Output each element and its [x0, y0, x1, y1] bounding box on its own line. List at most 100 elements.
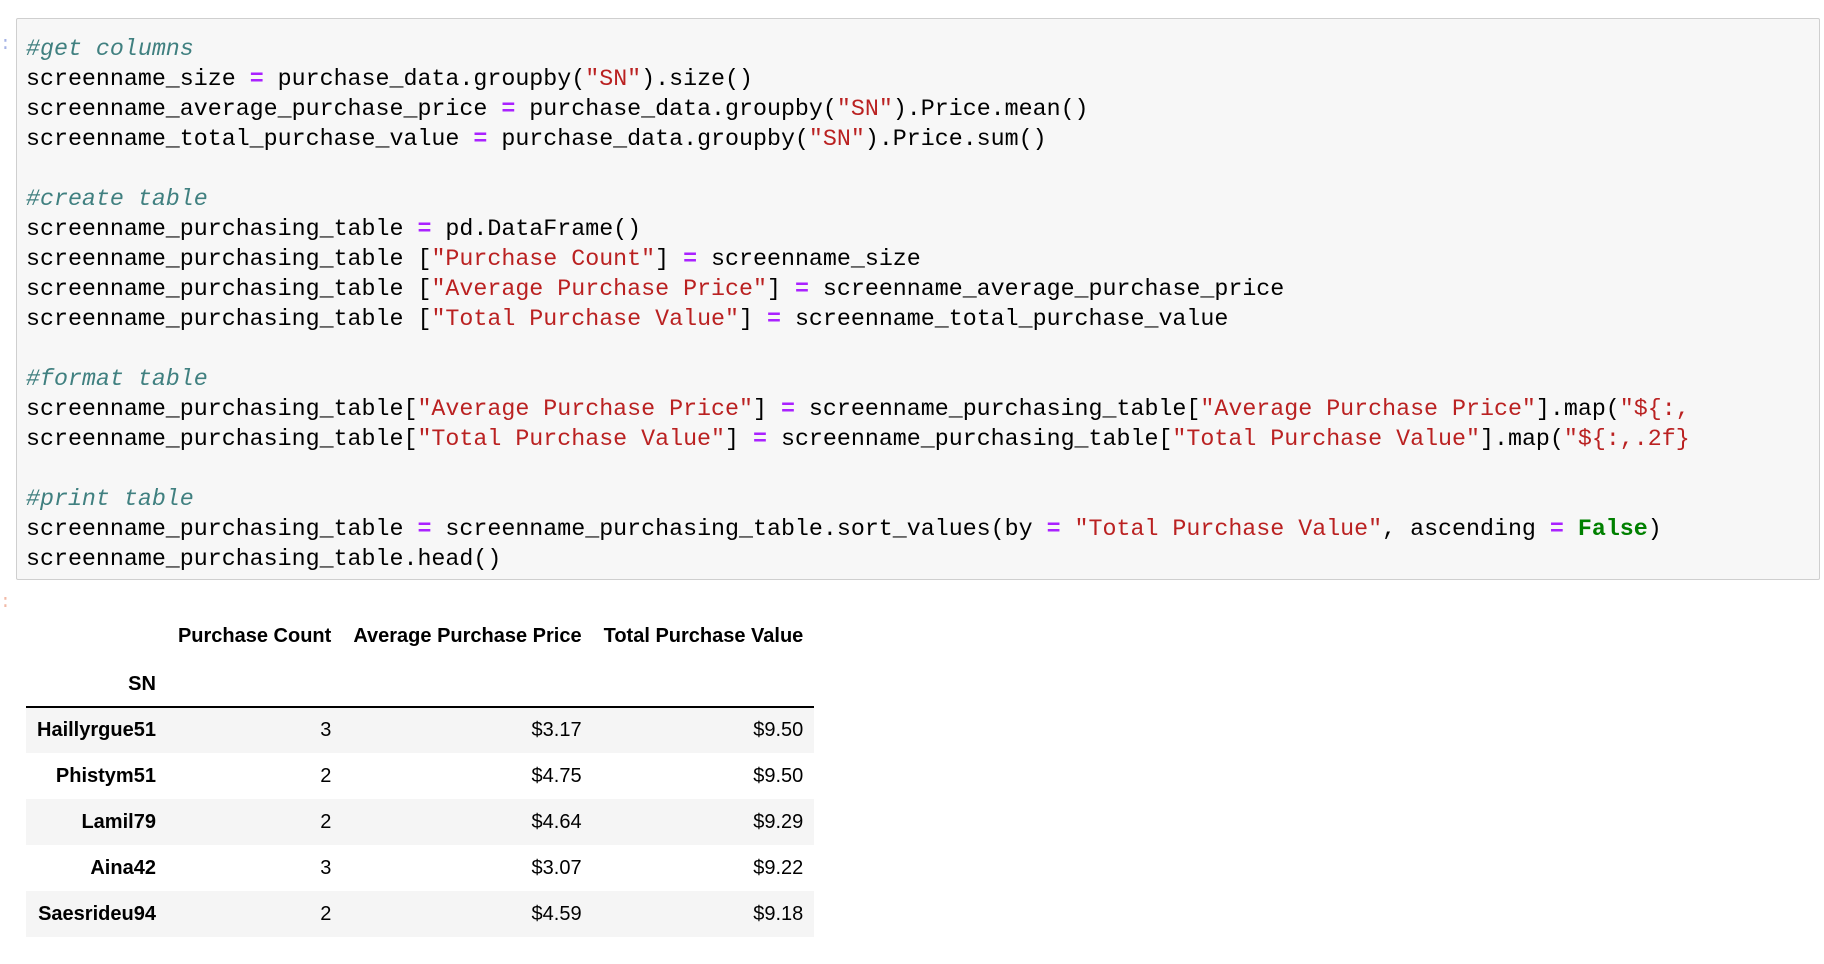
code-operator: =: [501, 96, 516, 122]
cell-average-purchase-price: $4.75: [531, 764, 582, 787]
code-line: screenname_purchasing_table = screenname…: [26, 514, 1690, 544]
cell-purchase-count: 3: [320, 719, 332, 741]
code-text: ).Price.mean(): [892, 96, 1089, 122]
code-line: screenname_purchasing_table ["Total Purc…: [26, 304, 1690, 334]
code-text: ]: [655, 246, 684, 272]
code-line: screenname_purchasing_table.head(): [26, 544, 1690, 574]
cell-total-purchase-value: $9.50: [753, 719, 804, 741]
cell-total-purchase-value: $9.18: [753, 902, 804, 925]
code-line: screenname_size = purchase_data.groupby(…: [26, 64, 1690, 94]
code-line: #format table: [26, 364, 1690, 394]
table-row: Aina42 3 $3.07 $9.22: [26, 845, 814, 891]
code-text: purchase_data.groupby(: [487, 126, 809, 152]
code-operator: =: [249, 66, 264, 92]
code-operator: =: [766, 306, 781, 332]
index-name-row: SN: [26, 662, 815, 708]
code-text: screenname_average_purchase_price: [808, 276, 1285, 302]
code-text: screenname_purchasing_table.sort_values(…: [431, 516, 1047, 542]
code-string: "Purchase Count": [431, 246, 656, 272]
code-line: screenname_total_purchase_value = purcha…: [26, 124, 1690, 154]
code-text: ).Price.sum(): [864, 126, 1047, 152]
cell-average-purchase-price: $4.59: [531, 902, 582, 925]
input-prompt: :: [0, 35, 11, 55]
cell-purchase-count: 2: [320, 764, 332, 787]
cell-purchase-count: 3: [320, 856, 332, 879]
code-text: ]: [766, 276, 795, 302]
code-string: "Average Purchase Price": [1200, 396, 1536, 422]
code-string: "${:,.2f}: [1563, 426, 1690, 452]
code-text: screenname_purchasing_table[: [794, 396, 1201, 422]
code-text: ).size(): [641, 66, 753, 92]
cell-total-purchase-value: $9.29: [753, 810, 804, 833]
code-string: "${:,: [1619, 396, 1690, 422]
cell-purchase-count: 2: [320, 902, 332, 925]
table-row: Haillyrgue51 3 $3.17 $9.50: [26, 707, 815, 753]
table-row: Lamil79 2 $4.64 $9.29: [26, 799, 815, 845]
code-text: ): [1647, 516, 1662, 542]
code-operator: =: [417, 216, 432, 242]
column-header-total-purchase-value: Total Purchase Value: [603, 624, 804, 647]
empty-header-cell: [592, 662, 815, 708]
code-string: "SN": [836, 96, 893, 122]
code-string: "SN": [585, 66, 642, 92]
code-string: "Total Purchase Value": [417, 426, 726, 452]
code-text: screenname_purchasing_table [: [26, 276, 432, 302]
cell-purchase-count: 2: [320, 810, 332, 833]
code-text: screenname_size: [26, 66, 250, 92]
cell-average-purchase-price: $3.07: [531, 856, 582, 879]
column-header-average-purchase-price: Average Purchase Price: [353, 624, 582, 647]
row-index: Aina42: [90, 856, 156, 879]
output-prompt: :: [0, 593, 11, 613]
code-string: "Total Purchase Value": [431, 306, 740, 332]
code-text: screenname_purchasing_table.head(): [26, 546, 502, 572]
code-text: screenname_purchasing_table: [26, 516, 418, 542]
code-line: screenname_purchasing_table ["Average Pu…: [26, 274, 1690, 304]
code-line: #print table: [26, 484, 1690, 514]
cell-total-purchase-value: $9.50: [753, 764, 804, 787]
code-text: screenname_total_purchase_value: [26, 126, 474, 152]
cell-average-purchase-price: $3.17: [531, 719, 582, 741]
code-text: ]: [752, 396, 781, 422]
column-header-purchase-count: Purchase Count: [177, 624, 332, 647]
cell-total-purchase-value: $9.22: [753, 856, 804, 879]
row-index: Saesrideu94: [38, 902, 156, 925]
code-text: screenname_average_purchase_price: [26, 96, 502, 122]
code-line: screenname_purchasing_table["Total Purch…: [26, 424, 1690, 454]
code-string: "Average Purchase Price": [431, 276, 767, 302]
dataframe-table: Purchase Count Average Purchase Price To…: [26, 610, 815, 937]
code-comment: #get columns: [26, 36, 194, 62]
table-row: Phistym51 2 $4.75 $9.50: [26, 753, 814, 799]
code-block[interactable]: #get columns screenname_size = purchase_d…: [26, 34, 1690, 574]
corner-cell: [26, 610, 167, 662]
code-operator: =: [753, 426, 767, 452]
code-text: screenname_purchasing_table[: [26, 396, 418, 422]
code-operator: =: [683, 246, 698, 272]
code-comment: #print table: [26, 486, 194, 512]
code-keyword: False: [1577, 516, 1648, 542]
code-text: screenname_purchasing_table[: [766, 426, 1173, 452]
output-area: Purchase Count Average Purchase Price To…: [26, 610, 815, 937]
code-comment: #format table: [26, 366, 208, 392]
code-line: screenname_average_purchase_price = purc…: [26, 94, 1690, 124]
code-line: #get columns: [26, 34, 1690, 64]
cell-average-purchase-price: $4.64: [531, 810, 582, 833]
code-text: ]: [725, 426, 753, 452]
code-text: ]: [739, 306, 767, 332]
code-cell-editor[interactable]: #get columns screenname_size = purchase_d…: [16, 18, 1820, 580]
code-text: screenname_purchasing_table[: [26, 426, 418, 452]
row-index: Lamil79: [81, 810, 156, 833]
empty-header-cell: [166, 662, 343, 708]
index-name: SN: [26, 662, 167, 708]
row-index: Phistym51: [55, 764, 156, 787]
code-string: "Total Purchase Value": [1172, 426, 1480, 452]
code-text: purchase_data.groupby(: [263, 66, 586, 92]
code-text: ].map(: [1535, 396, 1620, 422]
code-text: ].map(: [1480, 426, 1564, 452]
code-text: screenname_total_purchase_value: [780, 306, 1229, 332]
code-string: "Average Purchase Price": [417, 396, 753, 422]
code-line: screenname_purchasing_table["Average Pur…: [26, 394, 1690, 424]
code-comment: #create table: [26, 186, 208, 212]
